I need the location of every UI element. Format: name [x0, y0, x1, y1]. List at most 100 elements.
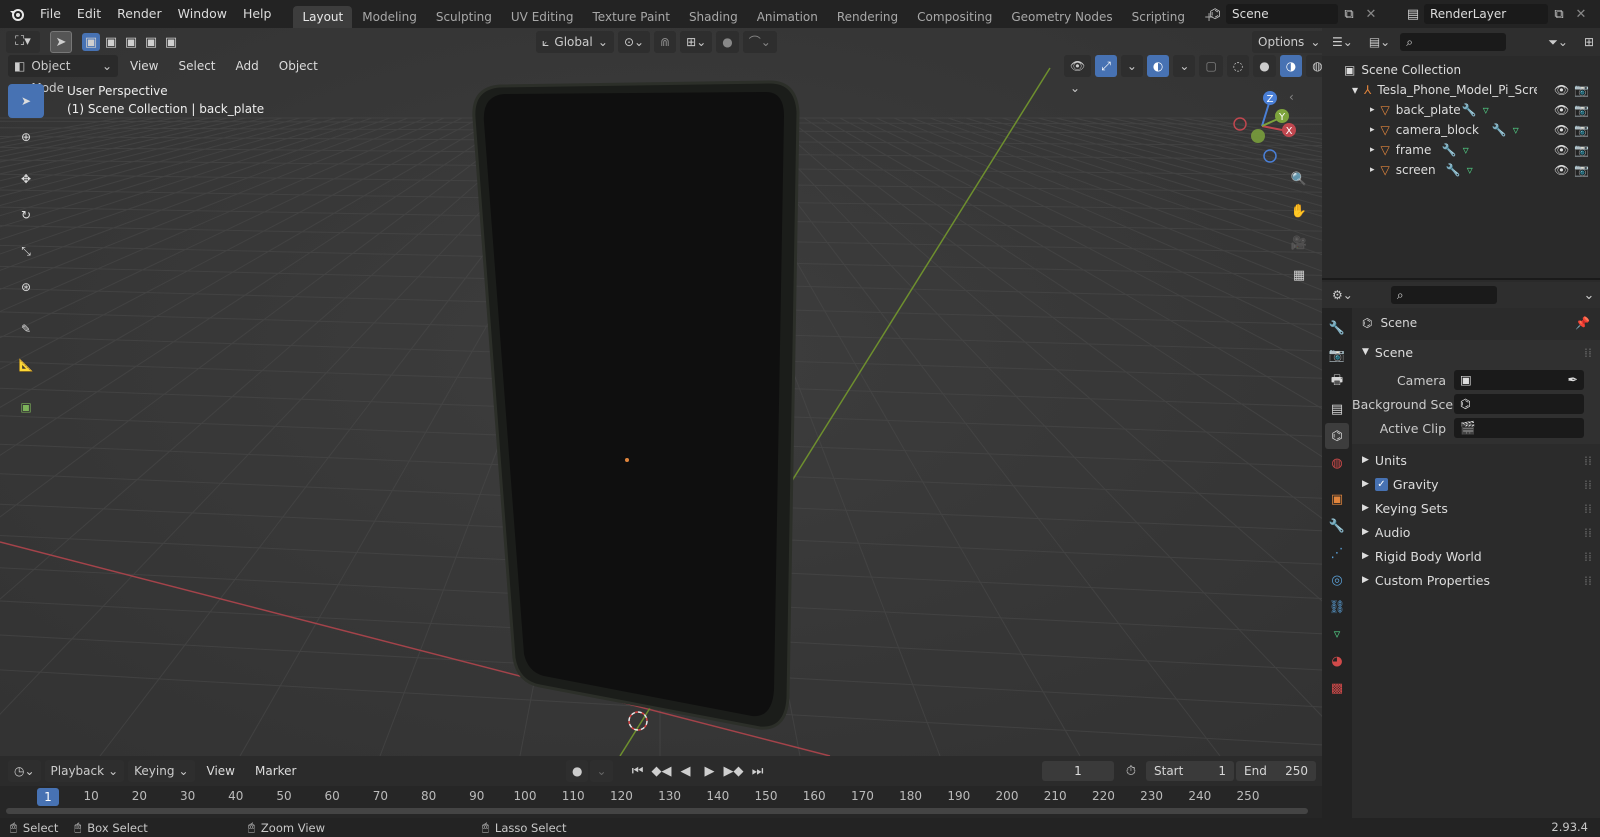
visibility-dropdown[interactable]: 👁⌄ [1064, 55, 1092, 95]
outliner-filter-icon[interactable]: ⏷⌄ [1542, 31, 1574, 53]
chevron-down-icon[interactable]: ⌄ [1578, 284, 1600, 306]
menu-file[interactable]: File [32, 3, 69, 25]
drag-handle-icon[interactable]: ⁞⁞ [1584, 345, 1592, 360]
eye-icon[interactable]: 👁 [1554, 103, 1569, 117]
annotate-tool-icon[interactable]: ✎ [8, 312, 44, 346]
overlay-toggle[interactable]: ◐ [1146, 55, 1170, 77]
playhead[interactable]: 1 [37, 788, 59, 806]
delete-scene-icon[interactable]: ✕ [1360, 3, 1382, 25]
particles-tab-icon[interactable]: ⋰ [1325, 540, 1349, 566]
tab-rendering[interactable]: Rendering [828, 6, 907, 28]
viewport-menu-view[interactable]: View [122, 55, 166, 77]
select-new-icon[interactable]: ▣ [82, 33, 100, 51]
outliner-object-row[interactable]: ▸ ▽ back_plate 🔧 ▿ 👁 📷 [1322, 100, 1600, 120]
eye-icon[interactable]: 👁 [1554, 123, 1569, 137]
timeline-menu-marker[interactable]: Marker [247, 760, 304, 782]
outliner-display-mode-icon[interactable]: ▤⌄ [1362, 31, 1397, 53]
new-collection-icon[interactable]: ⊞ [1577, 31, 1600, 53]
move-tool-icon[interactable]: ✥ [8, 162, 44, 196]
tab-sculpting[interactable]: Sculpting [427, 6, 501, 28]
viewport-menu-add[interactable]: Add [228, 55, 267, 77]
xray-toggle[interactable]: ▢ [1199, 55, 1223, 77]
pan-hand-icon[interactable]: ✋ [1286, 198, 1312, 224]
ortho-grid-icon[interactable]: ▦ [1286, 262, 1312, 288]
auto-keying-toggle[interactable]: ● [566, 760, 589, 782]
mode-dropdown[interactable]: ◧ Object Mode ⌄ [8, 55, 118, 95]
active-clip-field[interactable]: 🎬 [1454, 418, 1584, 438]
delete-view-layer-icon[interactable]: ✕ [1570, 3, 1592, 25]
rigid-body-world-panel-header[interactable]: ▶ Rigid Body World ⁞⁞ [1352, 544, 1600, 568]
scale-tool-icon[interactable]: ⤡ [8, 234, 44, 268]
overlay-dropdown[interactable]: ⌄ [1173, 55, 1196, 77]
gravity-panel-header[interactable]: ▶ ✓ Gravity ⁞⁞ [1352, 472, 1600, 496]
snap-toggle[interactable]: ⋒ [654, 31, 677, 53]
jump-to-start-icon[interactable]: ⏮ [627, 760, 649, 782]
object-tab-icon[interactable]: ▣ [1325, 486, 1349, 512]
drag-handle-icon[interactable]: ⁞⁞ [1584, 453, 1592, 468]
select-subtract-icon[interactable]: ▣ [122, 33, 140, 51]
3d-viewport[interactable]: ⛶▾ ➤ ▣ ▣ ▣ ▣ ▣ ⟀ Global ⌄ ⊙⌄ ⋒ ⊞⌄ ● ⌒⌄ Opt… [0, 28, 1322, 756]
timeline-editor-type-icon[interactable]: ◷⌄ [8, 760, 41, 782]
scene-panel-header[interactable]: ▼ Scene ⁞⁞ [1352, 340, 1600, 364]
start-frame-field[interactable]: Start 1 [1146, 761, 1234, 781]
gravity-checkbox[interactable]: ✓ [1374, 477, 1388, 491]
tab-compositing[interactable]: Compositing [908, 6, 1001, 28]
viewport-menu-object[interactable]: Object [271, 55, 326, 77]
tab-animation[interactable]: Animation [748, 6, 827, 28]
play-reverse-icon[interactable]: ◀ [675, 760, 697, 782]
auto-keying-dropdown[interactable]: ⌄ [590, 760, 613, 782]
camera-render-icon[interactable]: 📷 [1574, 103, 1589, 117]
tab-modeling[interactable]: Modeling [353, 6, 426, 28]
jump-to-end-icon[interactable]: ⏭ [747, 760, 769, 782]
jump-to-keyframe-forward-icon[interactable]: ▶◆ [723, 760, 745, 782]
measure-tool-icon[interactable]: 📐 [8, 348, 44, 382]
drag-handle-icon[interactable]: ⁞⁞ [1584, 573, 1592, 588]
gizmo-dropdown[interactable]: ⌄ [1120, 55, 1143, 77]
select-tool-icon[interactable]: ➤ [50, 31, 72, 53]
menu-help[interactable]: Help [235, 3, 280, 25]
material-tab-icon[interactable]: ◕ [1325, 648, 1349, 674]
outliner-object-row[interactable]: ▸ ▽ camera_block 🔧 ▿ 👁 📷 [1322, 120, 1600, 140]
proportional-edit-toggle[interactable]: ● [716, 31, 739, 53]
camera-field[interactable]: ▣ ✒ [1454, 370, 1584, 390]
menu-render[interactable]: Render [109, 3, 170, 25]
scene-name-field[interactable]: Scene [1226, 4, 1338, 24]
options-dropdown[interactable]: Options ⌄ [1252, 31, 1322, 53]
select-intersect-icon[interactable]: ▣ [162, 33, 180, 51]
camera-render-icon[interactable]: 📷 [1574, 83, 1589, 97]
camera-render-icon[interactable]: 📷 [1574, 123, 1589, 137]
viewport-menu-select[interactable]: Select [170, 55, 223, 77]
render-tab-icon[interactable]: 📷 [1325, 342, 1349, 368]
rotate-tool-icon[interactable]: ↻ [8, 198, 44, 232]
tab-texture-paint[interactable]: Texture Paint [584, 6, 679, 28]
tab-uv-editing[interactable]: UV Editing [502, 6, 583, 28]
timeline-menu-view[interactable]: View [199, 760, 243, 782]
phone-model[interactable] [470, 78, 870, 756]
properties-editor-type-icon[interactable]: ⚙⌄ [1326, 284, 1359, 306]
blender-logo-icon[interactable] [6, 3, 28, 25]
world-tab-icon[interactable]: ◍ [1325, 450, 1349, 476]
proportional-falloff-dropdown[interactable]: ⌒⌄ [742, 31, 777, 53]
timeline-ruler[interactable]: 10 20 30 40 50 60 70 80 90 100 110 120 130 140 150 160 1… [0, 786, 1322, 818]
view-layer-field[interactable]: RenderLayer [1424, 4, 1548, 24]
jump-to-keyframe-back-icon[interactable]: ◆◀ [651, 760, 673, 782]
menu-edit[interactable]: Edit [69, 3, 109, 25]
pivot-dropdown[interactable]: ⊙⌄ [618, 31, 651, 53]
tab-shading[interactable]: Shading [680, 6, 747, 28]
properties-search-input[interactable]: ⌕ [1390, 286, 1497, 304]
gizmo-toggle[interactable]: ⤢ [1095, 55, 1117, 77]
outliner-object-row[interactable]: ▸ ▽ screen 🔧 ▿ 👁 📷 [1322, 160, 1600, 180]
current-frame-field[interactable]: 1 [1042, 761, 1114, 781]
outliner-scene-collection[interactable]: ▣ Scene Collection [1322, 60, 1600, 80]
play-icon[interactable]: ▶ [699, 760, 721, 782]
view-layer-icon[interactable]: ▤ [1402, 3, 1424, 25]
shading-wireframe-icon[interactable]: ◌ [1226, 55, 1250, 77]
physics-tab-icon[interactable]: ◎ [1325, 567, 1349, 593]
camera-view-icon[interactable]: 🎥 [1286, 230, 1312, 256]
custom-properties-panel-header[interactable]: ▶ Custom Properties ⁞⁞ [1352, 568, 1600, 592]
eye-icon[interactable]: 👁 [1554, 163, 1569, 177]
tool-tab-icon[interactable]: 🔧 [1325, 315, 1349, 341]
units-panel-header[interactable]: ▶ Units ⁞⁞ [1352, 448, 1600, 472]
view-layer-tab-icon[interactable]: ▤ [1325, 396, 1349, 422]
pin-icon[interactable]: 📌 [1575, 316, 1590, 330]
